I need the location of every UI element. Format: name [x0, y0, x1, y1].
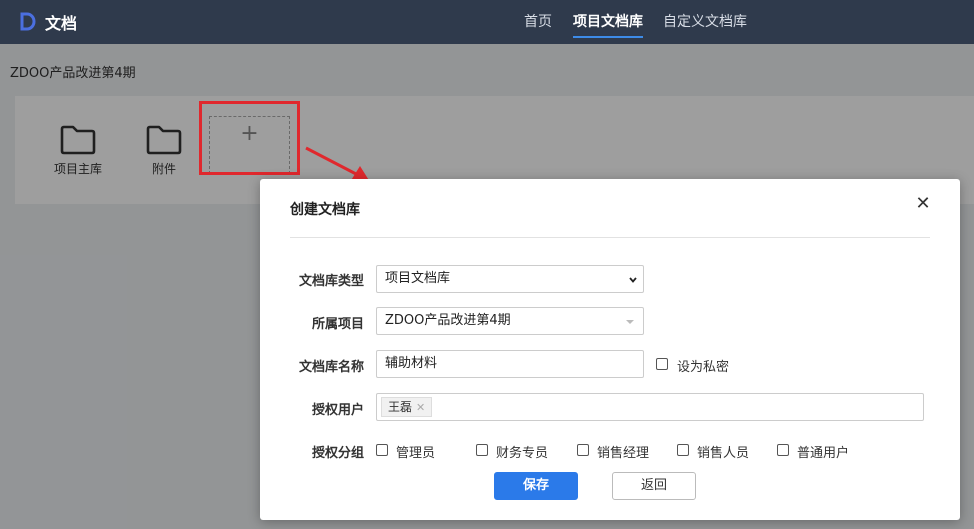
- chevron-down-icon: [629, 277, 637, 283]
- group-label-admin[interactable]: 管理员: [396, 442, 435, 461]
- project-select[interactable]: ZDOO产品改进第4期: [376, 307, 644, 335]
- back-button[interactable]: 返回: [612, 472, 696, 500]
- nav-custom-docs[interactable]: 自定义文档库: [663, 0, 747, 44]
- nav-home[interactable]: 首页: [524, 0, 552, 44]
- private-checkbox[interactable]: [656, 358, 668, 370]
- nav-project-docs[interactable]: 项目文档库: [573, 0, 643, 44]
- group-label-finance[interactable]: 财务专员: [496, 442, 548, 461]
- close-icon[interactable]: ✕: [914, 195, 932, 213]
- group-checkbox-regular-user[interactable]: [777, 444, 789, 456]
- group-checkbox-sales-staff[interactable]: [677, 444, 689, 456]
- save-button[interactable]: 保存: [494, 472, 578, 500]
- library-name-input[interactable]: 辅助材料: [376, 350, 644, 378]
- authorized-groups-label: 授权分组: [311, 446, 364, 461]
- create-library-dialog: 创建文档库 ✕ 文档库类型 项目文档库 所属项目 ZDOO产品改进第4期 文档库…: [260, 179, 960, 520]
- group-label-regular-user[interactable]: 普通用户: [797, 442, 849, 461]
- authorized-users-input[interactable]: 王磊 ✕: [376, 393, 924, 421]
- group-label-sales-staff[interactable]: 销售人员: [697, 442, 749, 461]
- dialog-divider: [290, 237, 930, 238]
- top-navbar: 文档 首页 项目文档库 自定义文档库: [0, 0, 974, 44]
- group-checkbox-sales-manager[interactable]: [577, 444, 589, 456]
- user-tag-label: 王磊: [388, 400, 413, 414]
- project-label: 所属项目: [311, 317, 364, 332]
- library-type-label: 文档库类型: [298, 274, 364, 289]
- group-label-sales-manager[interactable]: 销售经理: [597, 442, 649, 461]
- library-type-select[interactable]: 项目文档库: [376, 265, 644, 293]
- group-checkbox-finance[interactable]: [476, 444, 488, 456]
- user-tag: 王磊 ✕: [381, 397, 433, 417]
- dialog-title: 创建文档库: [290, 202, 360, 218]
- library-type-value: 项目文档库: [385, 271, 451, 286]
- library-name-label: 文档库名称: [298, 360, 364, 375]
- remove-tag-icon[interactable]: ✕: [416, 401, 425, 414]
- d-logo-icon: [20, 12, 36, 31]
- app-title: 文档: [45, 14, 78, 33]
- library-name-value: 辅助材料: [385, 356, 438, 371]
- private-checkbox-label[interactable]: 设为私密: [677, 356, 729, 375]
- authorized-users-label: 授权用户: [311, 403, 364, 418]
- caret-down-icon: [626, 320, 634, 324]
- annotation-highlight-box: [199, 101, 300, 175]
- group-checkbox-admin[interactable]: [376, 444, 388, 456]
- project-value: ZDOO产品改进第4期: [385, 313, 511, 328]
